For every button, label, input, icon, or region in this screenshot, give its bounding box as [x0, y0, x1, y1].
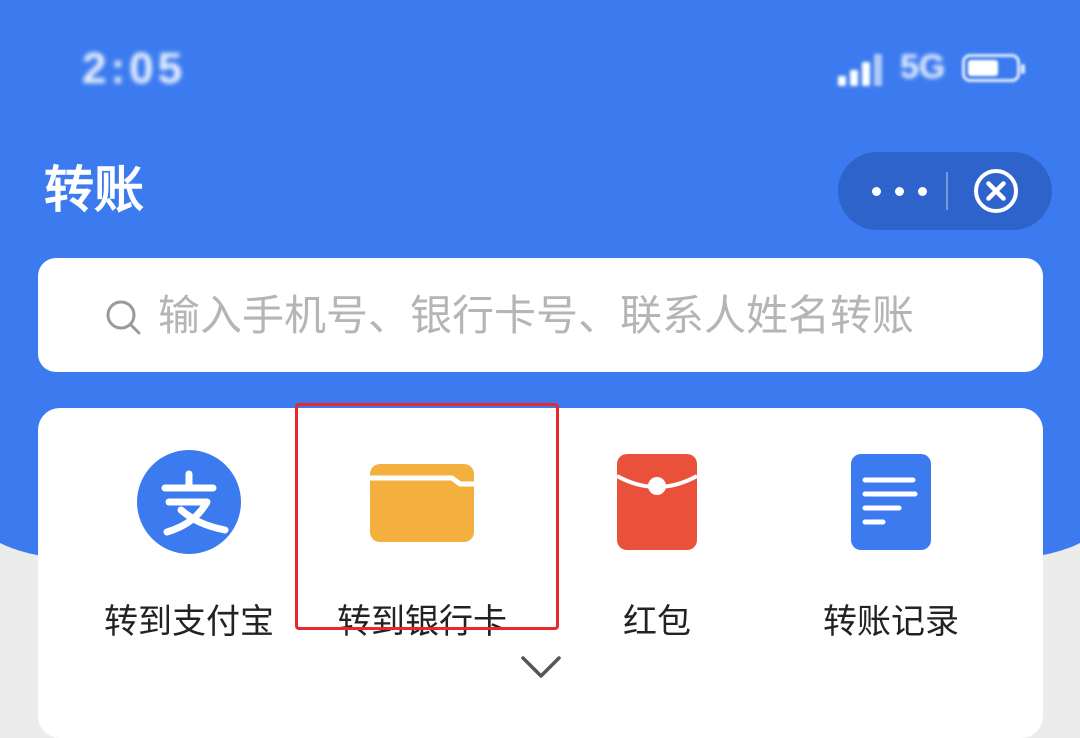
- close-circle-icon[interactable]: [972, 167, 1020, 215]
- search-input[interactable]: 输入手机号、银行卡号、联系人姓名转账: [38, 258, 1043, 372]
- chevron-down-icon[interactable]: [517, 650, 565, 684]
- search-icon: [106, 300, 141, 335]
- red-envelope-icon: [616, 454, 698, 550]
- document-list-icon: [851, 454, 931, 550]
- quick-action-label: 红包: [623, 602, 691, 642]
- quick-action-label: 转账记录: [823, 602, 959, 642]
- signal-icon: [838, 50, 890, 86]
- alipay-icon: [137, 450, 241, 554]
- network-label: 5G: [900, 48, 946, 86]
- highlight-box: [295, 403, 559, 630]
- transfer-to-alipay-button[interactable]: 转到支付宝: [72, 450, 306, 650]
- status-bar: 2:05 5G: [0, 0, 1080, 120]
- more-dots-icon[interactable]: [864, 152, 954, 230]
- red-envelope-button[interactable]: 红包: [540, 450, 774, 650]
- page-title: 转账: [44, 161, 144, 219]
- miniprogram-capsule: [838, 152, 1052, 230]
- quick-action-label: 转到支付宝: [104, 602, 274, 642]
- status-time: 2:05: [82, 44, 187, 93]
- battery-icon: [962, 54, 1025, 82]
- capsule-divider: [946, 172, 948, 210]
- search-placeholder: 输入手机号、银行卡号、联系人姓名转账: [158, 291, 915, 340]
- transfer-records-button[interactable]: 转账记录: [774, 450, 1008, 650]
